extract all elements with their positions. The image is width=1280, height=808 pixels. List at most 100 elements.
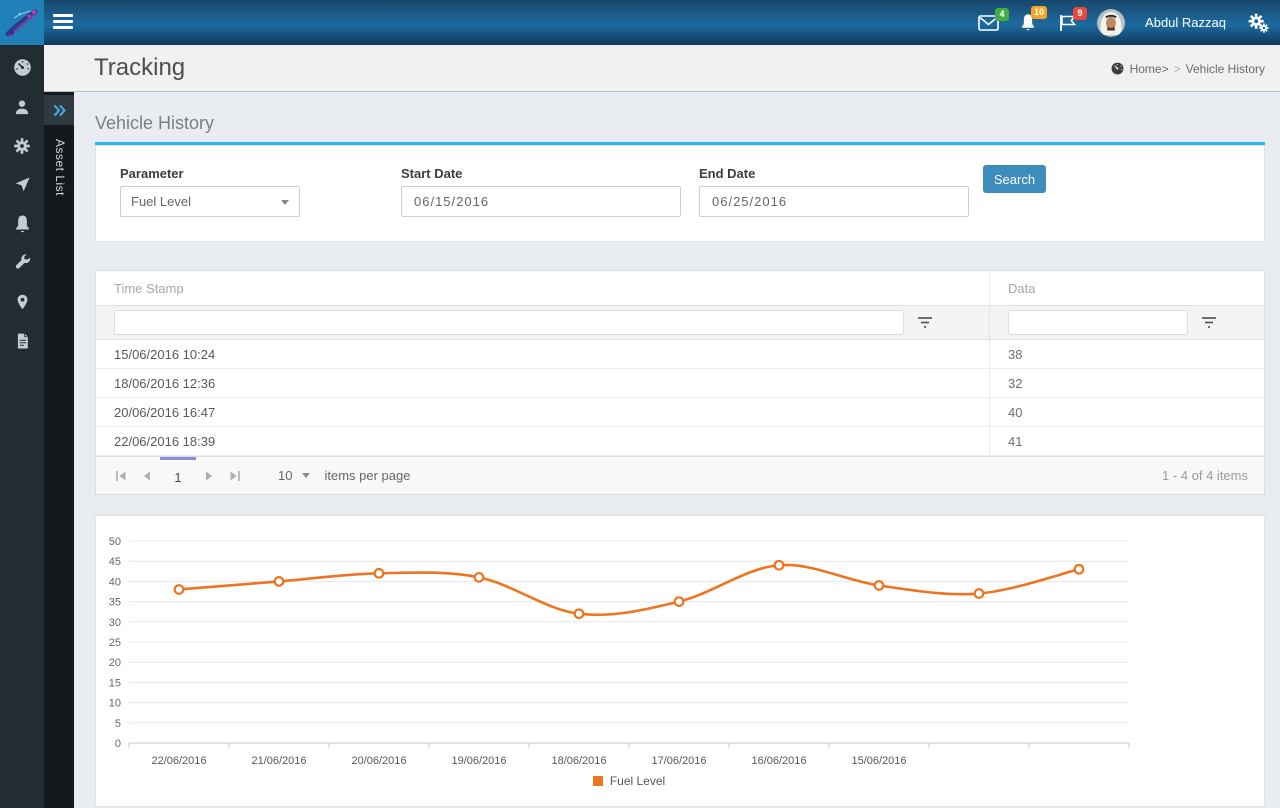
page-title: Tracking (94, 54, 185, 82)
filter-icon[interactable] (916, 315, 934, 330)
settings-menu[interactable] (1246, 12, 1270, 34)
svg-text:25: 25 (109, 637, 121, 649)
end-date-input[interactable] (699, 186, 969, 217)
svg-text:35: 35 (109, 597, 121, 609)
pager-last-button[interactable] (222, 457, 248, 494)
svg-text:10: 10 (109, 698, 121, 710)
data-point[interactable] (975, 589, 984, 598)
user-name[interactable]: Abdul Razzaq (1145, 15, 1226, 30)
svg-text:21/06/2016: 21/06/2016 (251, 755, 306, 767)
data-cell: 32 (990, 369, 1264, 397)
parameter-value: Fuel Level (131, 194, 191, 209)
legend-label: Fuel Level (610, 774, 665, 788)
sidebar-item-users[interactable] (11, 96, 33, 117)
table-row[interactable]: 20/06/2016 16:47 40 (96, 398, 1264, 427)
x-axis-labels: 22/06/201621/06/201620/06/201619/06/2016… (151, 755, 906, 767)
app-logo[interactable] (0, 0, 44, 45)
data-point[interactable] (475, 573, 484, 582)
svg-text:20: 20 (109, 657, 121, 669)
chevron-down-icon (302, 473, 310, 478)
data-point[interactable] (375, 569, 384, 578)
sidebar-item-tracking[interactable] (11, 174, 33, 195)
gear-icon (12, 136, 32, 156)
chevron-down-icon (281, 200, 289, 205)
section-title: Vehicle History (95, 113, 214, 134)
document-icon (14, 331, 31, 351)
fuel-level-chart: 0510152025303540455022/06/201621/06/2016… (96, 516, 1264, 770)
timestamp-filter-input[interactable] (114, 310, 904, 335)
double-chevron-right-icon (52, 104, 67, 117)
table-row[interactable]: 15/06/2016 10:24 38 (96, 340, 1264, 369)
pager-prev-button[interactable] (134, 457, 160, 494)
pager-first-button[interactable] (108, 457, 134, 494)
svg-text:50: 50 (109, 536, 121, 548)
sidebar-item-alerts[interactable] (11, 213, 33, 234)
breadcrumb: Home> > Vehicle History (1110, 61, 1265, 76)
data-point[interactable] (675, 597, 684, 606)
parameter-select[interactable]: Fuel Level (120, 186, 300, 217)
svg-text:17/06/2016: 17/06/2016 (651, 755, 706, 767)
page-size-select[interactable]: 10 (278, 457, 310, 494)
svg-text:30: 30 (109, 617, 121, 629)
gridlines (129, 541, 1129, 723)
sidebar-item-tools[interactable] (11, 252, 33, 273)
main-content: Vehicle History Parameter Fuel Level Sta… (74, 92, 1280, 808)
page-size-value: 10 (278, 468, 292, 483)
data-point[interactable] (175, 585, 184, 594)
table-row[interactable]: 18/06/2016 12:36 32 (96, 369, 1264, 398)
data-point[interactable] (775, 561, 784, 570)
timestamp-cell: 15/06/2016 10:24 (96, 340, 990, 368)
data-cell: 40 (990, 398, 1264, 426)
timestamp-cell: 22/06/2016 18:39 (96, 427, 990, 455)
parameter-label: Parameter (120, 166, 184, 181)
map-marker-icon (14, 292, 31, 312)
asset-list-panel: Asset List (44, 91, 74, 808)
svg-text:19/06/2016: 19/06/2016 (451, 755, 506, 767)
pager-next-button[interactable] (196, 457, 222, 494)
asset-list-expander[interactable] (44, 95, 74, 125)
data-point[interactable] (275, 577, 284, 586)
search-button[interactable]: Search (983, 165, 1046, 193)
main-sidebar (0, 45, 44, 808)
breadcrumb-home[interactable]: Home> (1130, 62, 1169, 76)
start-date-input[interactable] (401, 186, 681, 217)
svg-text:45: 45 (109, 556, 121, 568)
legend-swatch (593, 776, 603, 786)
fuel-level-chart-panel: 0510152025303540455022/06/201621/06/2016… (95, 515, 1265, 807)
home-dashboard-icon (1110, 61, 1125, 76)
user-icon (12, 97, 32, 117)
table-filter-row (96, 306, 1264, 340)
y-axis-labels: 05101520253035404550 (109, 536, 121, 750)
sidebar-item-settings[interactable] (11, 135, 33, 156)
timestamp-cell: 18/06/2016 12:36 (96, 369, 990, 397)
sidebar-item-dashboard[interactable] (11, 57, 33, 78)
fuel-level-series-line (179, 565, 1079, 615)
avatar[interactable] (1097, 9, 1125, 37)
data-filter-input[interactable] (1008, 310, 1188, 335)
data-point[interactable] (1075, 565, 1084, 574)
column-header-timestamp[interactable]: Time Stamp (96, 271, 990, 305)
notifications-menu[interactable]: 10 (1019, 13, 1037, 32)
column-header-data[interactable]: Data (990, 271, 1264, 305)
messages-menu[interactable]: 4 (978, 15, 999, 31)
arrow-left-icon (142, 470, 152, 482)
svg-text:15: 15 (109, 677, 121, 689)
flags-badge: 9 (1073, 7, 1087, 20)
data-point[interactable] (875, 581, 884, 590)
svg-text:16/06/2016: 16/06/2016 (751, 755, 806, 767)
messages-badge: 4 (995, 8, 1009, 21)
sidebar-item-locations[interactable] (11, 291, 33, 312)
svg-text:40: 40 (109, 576, 121, 588)
asset-list-label: Asset List (53, 139, 67, 196)
table-row[interactable]: 22/06/2016 18:39 41 (96, 427, 1264, 456)
end-date-label: End Date (699, 166, 755, 181)
data-point[interactable] (575, 609, 584, 618)
pager-summary: 1 - 4 of 4 items (1162, 457, 1248, 494)
chart-legend[interactable]: Fuel Level (129, 774, 1129, 788)
sidebar-toggle-button[interactable] (53, 14, 73, 30)
seek-first-icon (114, 470, 128, 482)
flags-menu[interactable]: 9 (1057, 14, 1077, 32)
sidebar-item-reports[interactable] (11, 330, 33, 351)
filter-icon[interactable] (1200, 315, 1218, 330)
pager-page-1[interactable]: 1 (160, 457, 196, 494)
